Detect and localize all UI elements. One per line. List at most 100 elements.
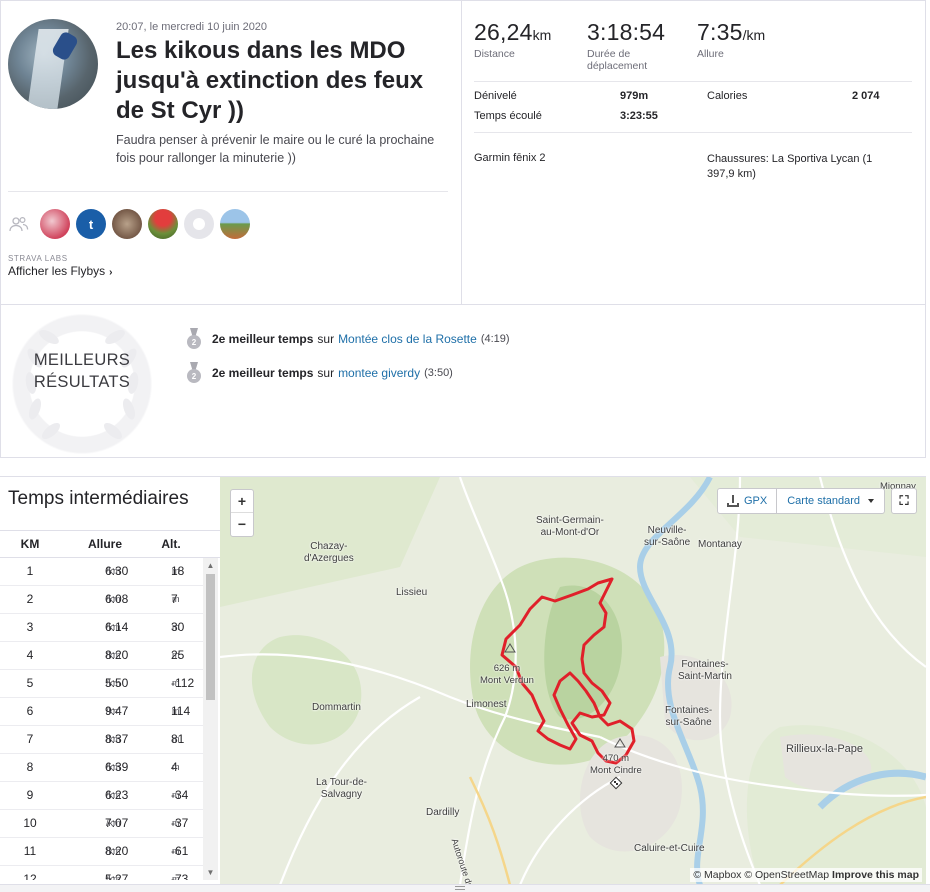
map-toolbar: GPX Carte standard ⛶: [717, 488, 917, 514]
table-row[interactable]: 8 6:39/km 4 m: [0, 754, 203, 782]
distance-label: Distance: [474, 48, 515, 60]
splits-panel: Temps intermédiaires KM Allure Alt. 1 6:3…: [0, 476, 220, 892]
best-effort-rank: 2e meilleur temps: [212, 332, 314, 346]
scroll-up-arrow-icon[interactable]: ▲: [203, 558, 218, 573]
zoom-in-button[interactable]: +: [231, 490, 253, 513]
segment-link[interactable]: Montée clos de la Rosette: [338, 332, 477, 346]
splits-scrollbar[interactable]: ▲ ▼: [203, 558, 218, 880]
split-km: 10: [23, 816, 37, 830]
elevation-value: 979m: [620, 90, 649, 102]
kudos-avatar[interactable]: [148, 209, 178, 239]
split-km: 6: [26, 704, 34, 718]
silver-medal-icon: 2: [186, 328, 202, 350]
activity-summary-card: 20:07, le mercredi 10 juin 2020 Les kiko…: [0, 0, 926, 305]
table-row[interactable]: 9 6:23/km -34 m: [0, 782, 203, 810]
splits-table-body[interactable]: 1 6:30/km 18 m 2 6:08/km 7 m 3 6:14/km 30 m 4 8:20…: [0, 558, 203, 880]
best-effort-connector: sur: [317, 366, 335, 380]
place-label: Dardilly: [426, 807, 460, 818]
place-label: Chazay- d'Azergues: [304, 541, 354, 564]
place-label: Fontaines- sur-Saône: [665, 705, 713, 728]
strava-labs-label: STRAVA LABS: [8, 254, 68, 263]
activity-title: Les kikous dans les MDO jusqu'à extincti…: [116, 37, 424, 124]
kudos-group-icon[interactable]: [8, 213, 30, 235]
best-effort-item: 2 2e meilleur temps sur montee giverdy (…: [186, 361, 453, 385]
activity-date: 20:07, le mercredi 10 juin 2020: [116, 21, 268, 33]
best-effort-connector: sur: [317, 332, 335, 346]
elevation-label: Dénivelé: [474, 90, 517, 102]
best-effort-rank: 2e meilleur temps: [212, 366, 314, 380]
device-name: Garmin fēnix 2: [474, 152, 546, 164]
improve-map-link[interactable]: Improve this map: [832, 869, 919, 881]
best-effort-time: (3:50): [424, 367, 453, 379]
peak-label: 470 m Mont Cindre: [590, 753, 642, 776]
table-row[interactable]: 7 8:37/km 81 m: [0, 726, 203, 754]
attribution-text[interactable]: © Mapbox © OpenStreetMap: [693, 869, 829, 881]
resize-handle[interactable]: [0, 884, 930, 892]
table-row[interactable]: 12 5:27/km -73 m: [0, 866, 203, 880]
route-map[interactable]: Mionnay Saint-Germain- au-Mont-d'Or Neuv…: [220, 476, 926, 884]
stat-moving-time: 3:18:54 Durée de déplacement: [587, 19, 687, 72]
scrollbar-thumb[interactable]: [206, 574, 215, 700]
split-km: 11: [23, 844, 37, 858]
scroll-down-arrow-icon[interactable]: ▼: [203, 865, 218, 880]
split-km: 5: [26, 676, 34, 690]
map-style-label: Carte standard: [787, 495, 860, 507]
table-row[interactable]: 3 6:14/km 30 m: [0, 614, 203, 642]
pace-unit: /km: [742, 27, 766, 43]
column-header-km: KM: [20, 537, 40, 551]
kudos-avatar[interactable]: [40, 209, 70, 239]
place-label: Caluire-et-Cuire: [634, 843, 705, 854]
gpx-download-button[interactable]: GPX: [717, 488, 778, 514]
fullscreen-icon[interactable]: ⛶: [891, 488, 917, 514]
split-km: 12: [23, 872, 37, 880]
best-effort-time: (4:19): [480, 333, 510, 345]
best-efforts-heading-line2: RÉSULTATS: [33, 373, 131, 391]
map-style-dropdown[interactable]: Carte standard: [777, 488, 885, 514]
chevron-right-icon: ›: [109, 267, 113, 278]
split-km: 4: [26, 648, 34, 662]
peak-label: 626 m Mont Verdun: [480, 663, 534, 686]
stat-distance: 26,24km Distance: [474, 19, 551, 60]
table-row[interactable]: 5 5:50/km -112 m: [0, 670, 203, 698]
best-efforts-heading: MEILLEURS RÉSULTATS: [19, 349, 145, 393]
calories-label: Calories: [707, 90, 748, 102]
shoes-info: Chaussures: La Sportiva Lycan (1 397,9 k…: [707, 153, 873, 180]
activity-stats: 26,24km Distance 3:18:54 Durée de déplac…: [461, 1, 926, 304]
activity-header: 20:07, le mercredi 10 juin 2020 Les kiko…: [1, 1, 461, 304]
place-label: Limonest: [466, 699, 507, 710]
elapsed-value: 3:23:55: [620, 110, 658, 122]
place-label: Fontaines- Saint-Martin: [678, 659, 732, 682]
download-icon: [727, 495, 739, 507]
table-row[interactable]: 6 9:47/km 114 m: [0, 698, 203, 726]
kudos-avatar[interactable]: [112, 209, 142, 239]
split-km: 3: [26, 620, 34, 634]
segment-link[interactable]: montee giverdy: [338, 366, 420, 380]
split-km: 8: [26, 760, 34, 774]
athlete-avatar[interactable]: [8, 19, 98, 109]
moving-time-value: 3:18:54: [587, 19, 666, 45]
place-label: Montanay: [698, 539, 742, 550]
kudos-avatar-placeholder[interactable]: [184, 209, 214, 239]
table-row[interactable]: 2 6:08/km 7 m: [0, 586, 203, 614]
flyby-link[interactable]: Afficher les Flybys ›: [8, 264, 113, 278]
splits-title: Temps intermédiaires: [8, 488, 189, 509]
best-efforts-card: MEILLEURS RÉSULTATS 2 2e meilleur temps …: [0, 305, 926, 458]
kudos-avatar[interactable]: [220, 209, 250, 239]
splits-table-header: KM Allure Alt.: [0, 530, 220, 558]
grip-icon: [455, 886, 465, 890]
table-row[interactable]: 11 8:20/km -61 m: [0, 838, 203, 866]
place-label: Rillieux-la-Pape: [786, 743, 864, 755]
kudos-avatar[interactable]: t: [76, 209, 106, 239]
table-row[interactable]: 4 8:20/km 25 m: [0, 642, 203, 670]
place-label: La Tour-de- Salvagny: [316, 777, 367, 800]
place-label: Saint-Germain- au-Mont-d'Or: [536, 515, 604, 538]
divider: [474, 132, 912, 133]
table-row[interactable]: 10 7:07/km -37 m: [0, 810, 203, 838]
activity-description: Faudra penser à prévenir le maire ou le …: [116, 133, 435, 165]
zoom-control: + −: [230, 489, 254, 537]
split-km: 2: [26, 592, 34, 606]
flyby-link-label: Afficher les Flybys: [8, 264, 106, 278]
distance-unit: km: [532, 27, 552, 43]
table-row[interactable]: 1 6:30/km 18 m: [0, 558, 203, 586]
zoom-out-button[interactable]: −: [231, 513, 253, 536]
